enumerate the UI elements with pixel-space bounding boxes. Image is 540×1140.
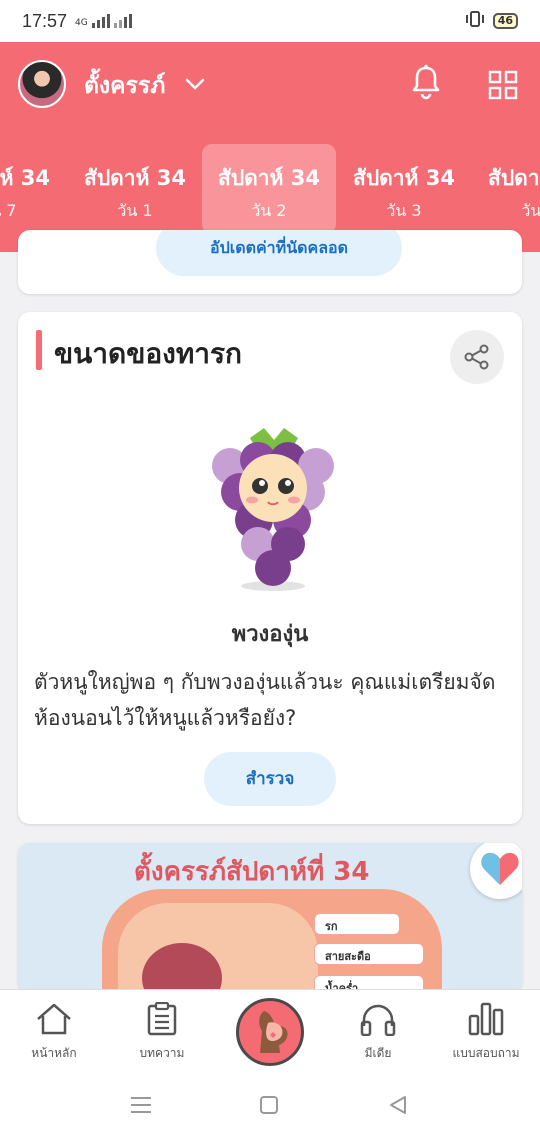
signal-icon xyxy=(91,14,110,28)
placenta-label: รก xyxy=(314,913,400,935)
bar-chart-icon xyxy=(468,1002,504,1036)
explore-button[interactable]: สำรวจ xyxy=(204,752,336,806)
profile-name[interactable]: ตั้งครรภ์ xyxy=(84,68,165,104)
umbilical-cord-label: สายสะดือ xyxy=(314,943,424,965)
status-bar: 17:57 4G 46 xyxy=(0,0,540,42)
headphones-icon xyxy=(360,1004,396,1036)
network-indicator: 4G xyxy=(75,14,132,28)
pregnancy-home-button[interactable] xyxy=(236,998,304,1066)
avatar[interactable] xyxy=(18,60,66,108)
network-type: 4G xyxy=(75,18,88,28)
nav-media[interactable]: มีเดีย xyxy=(328,1002,428,1063)
pregnancy-week-banner[interactable]: ตั้งครรภ์สัปดาห์ที่ 34 รก สายสะดือ น้ำคร… xyxy=(18,843,522,993)
battery-icon: 46 xyxy=(492,13,518,29)
week-label: สัปดาห์ 34 xyxy=(84,166,186,190)
day-label: วัน 2 xyxy=(251,201,287,220)
signal-icon-2 xyxy=(113,14,132,28)
vibrate-icon xyxy=(465,10,485,32)
day-label: วัน 3 xyxy=(386,201,422,220)
nav-survey[interactable]: แบบสอบถาม xyxy=(436,1002,536,1063)
heart-icon xyxy=(481,852,519,885)
home-icon xyxy=(37,1003,71,1035)
week-label: สัปดาห์ 34 xyxy=(0,166,50,190)
nav-articles-label: บทความ xyxy=(139,1046,185,1060)
app-header: ตั้งครรภ์ สัปดาห์ 34 วัน 7 สัปดาห์ 34 วั… xyxy=(0,42,540,252)
nav-survey-label: แบบสอบถาม xyxy=(452,1046,520,1060)
day-label: วัน 4 xyxy=(521,201,540,220)
chevron-down-icon[interactable] xyxy=(184,72,206,94)
card-title: ขนาดของทารก xyxy=(54,337,242,370)
home-square-icon[interactable] xyxy=(259,1095,279,1115)
pregnant-woman-icon xyxy=(259,1011,288,1053)
clipboard-icon xyxy=(147,1002,177,1036)
nav-home[interactable]: หน้าหลัก xyxy=(4,1002,104,1063)
share-button[interactable] xyxy=(450,330,504,384)
week-tab[interactable]: สัปดาห์ 34 วัน 3 xyxy=(337,144,471,234)
week-tab[interactable]: สัปดาห์ 34 วัน 7 xyxy=(0,144,66,234)
back-icon[interactable] xyxy=(388,1095,408,1115)
day-label: วัน 7 xyxy=(0,201,17,220)
fruit-name: พวงองุ่น xyxy=(231,622,309,647)
day-label: วัน 1 xyxy=(117,201,153,220)
update-due-date-button[interactable]: อัปเดตค่าที่นัดคลอด xyxy=(156,230,402,276)
nav-articles[interactable]: บทความ xyxy=(112,1002,212,1063)
bottom-navigation: หน้าหลัก บทความ มีเดีย แบบสอบถาม xyxy=(0,989,540,1069)
title-accent-bar xyxy=(36,330,42,370)
bell-icon[interactable] xyxy=(410,64,442,100)
status-time: 17:57 xyxy=(22,10,68,31)
grid-menu-icon[interactable] xyxy=(488,70,518,100)
baby-size-description: ตัวหนูใหญ่พอ ๆ กับพวงองุ่นแล้วนะ คุณแม่เ… xyxy=(34,670,496,730)
share-icon xyxy=(464,344,489,370)
banner-title: ตั้งครรภ์สัปดาห์ที่ 34 xyxy=(134,857,370,887)
due-date-card: อัปเดตค่าที่นัดคลอด xyxy=(18,230,522,294)
week-label: สัปดาห์ 34 xyxy=(488,166,540,190)
baby-size-card: ขนาดของทารก พวงองุ่น ตัวหนูใหญ่พอ ๆ กับพ… xyxy=(18,312,522,824)
system-navigation-bar xyxy=(0,1069,540,1140)
week-label: สัปดาห์ 34 xyxy=(218,166,320,190)
menu-icon[interactable] xyxy=(130,1095,152,1115)
nav-media-label: มีเดีย xyxy=(364,1046,392,1060)
week-label: สัปดาห์ 34 xyxy=(353,166,455,190)
week-tab[interactable]: สัปดาห์ 34 วัน 4 xyxy=(472,144,540,234)
nav-home-label: หน้าหลัก xyxy=(31,1046,77,1060)
week-tab-active[interactable]: สัปดาห์ 34 วัน 2 xyxy=(202,144,336,234)
grape-illustration xyxy=(212,428,334,591)
week-tabs: สัปดาห์ 34 วัน 7 สัปดาห์ 34 วัน 1 สัปดาห… xyxy=(0,144,540,236)
week-tab[interactable]: สัปดาห์ 34 วัน 1 xyxy=(68,144,202,234)
